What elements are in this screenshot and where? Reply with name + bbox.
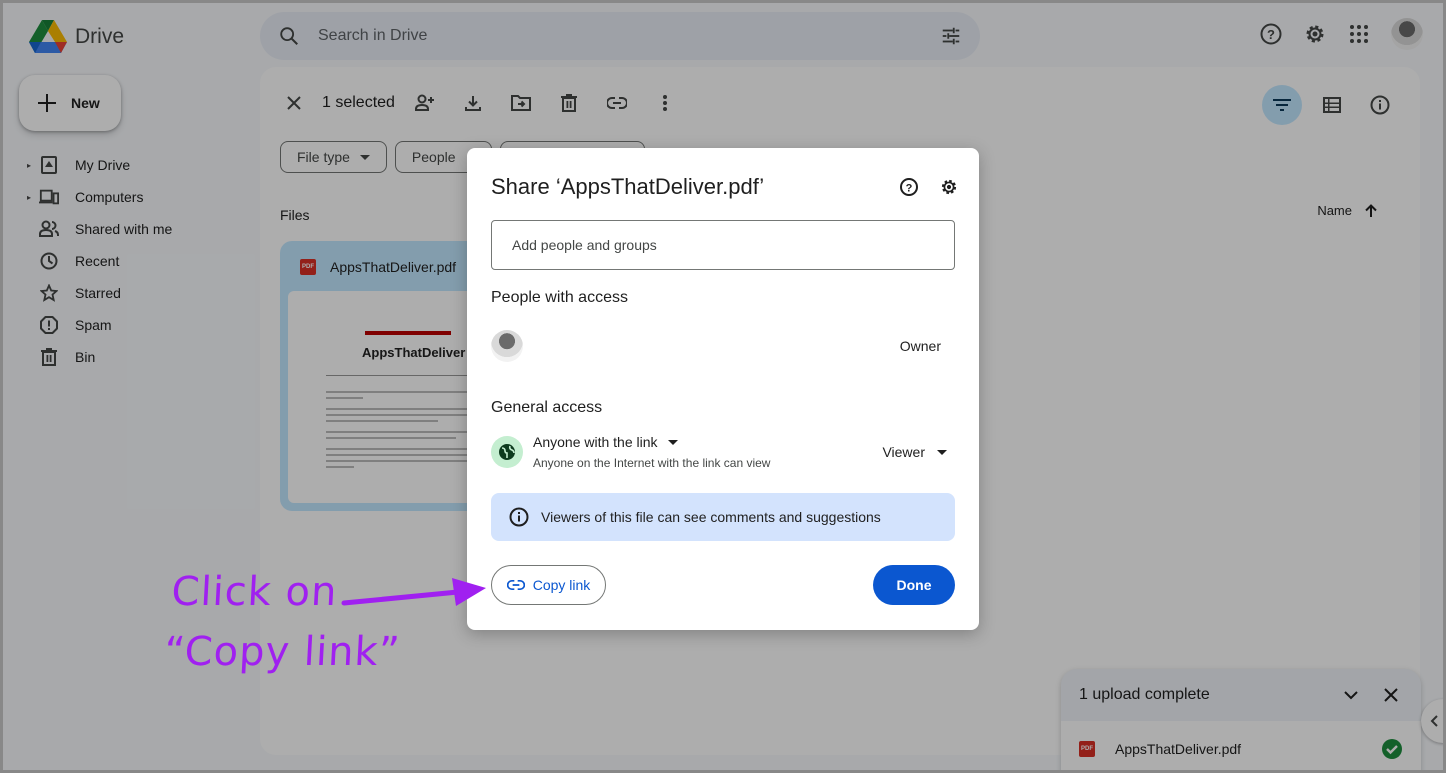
role-dropdown[interactable]: Viewer [882,444,947,460]
copy-link-button[interactable]: Copy link [491,565,606,605]
link-icon [506,580,525,590]
owner-role: Owner [899,338,941,354]
info-banner: Viewers of this file can see comments an… [491,493,955,541]
role-label: Viewer [882,444,925,460]
settings-icon[interactable] [937,175,961,199]
dropdown-arrow-icon [937,449,947,455]
add-people-input[interactable]: Add people and groups [491,220,955,270]
svg-text:?: ? [906,183,913,195]
copy-link-label: Copy link [532,577,591,593]
done-button[interactable]: Done [873,565,955,605]
access-dropdown[interactable]: Anyone with the link [533,434,770,450]
share-dialog: Share ‘AppsThatDeliver.pdf’ ? Add people… [467,148,979,630]
help-icon[interactable]: ? [897,175,921,199]
annotation-line-2: “Copy link” [163,629,402,675]
general-access-row: Anyone with the link Anyone on the Inter… [491,432,947,472]
access-option-label: Anyone with the link [533,434,658,450]
access-description: Anyone on the Internet with the link can… [533,456,771,470]
general-access-heading: General access [491,399,603,416]
dialog-actions: ? [897,175,961,199]
annotation-arrow [341,578,486,606]
owner-row: Owner [491,328,941,364]
globe-icon [491,436,523,468]
owner-avatar [491,330,523,362]
info-icon [509,507,529,527]
people-with-access-heading: People with access [491,289,628,306]
dialog-title: Share ‘AppsThatDeliver.pdf’ [491,174,765,199]
access-option: Anyone with the link Anyone on the Inter… [533,434,770,470]
info-text: Viewers of this file can see comments an… [541,509,881,525]
dropdown-arrow-icon [667,439,678,445]
